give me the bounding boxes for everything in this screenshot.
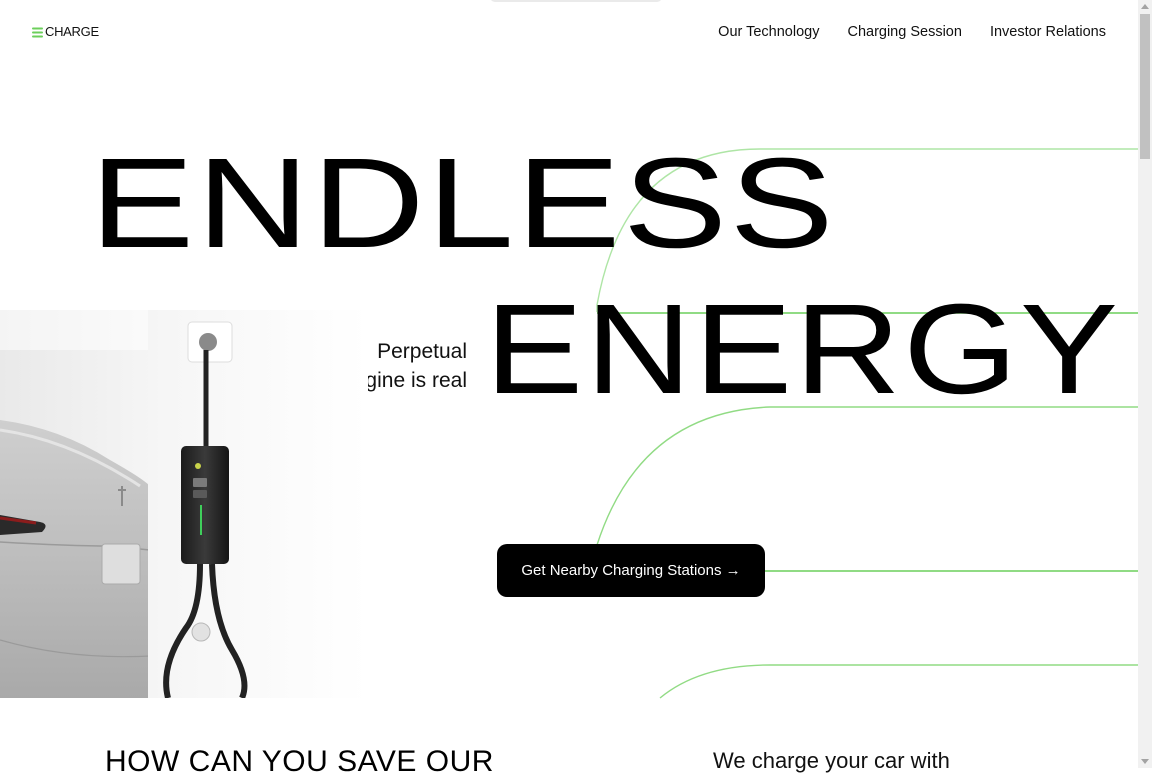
hero-image-car-charger: [0, 310, 368, 698]
get-nearby-charging-stations-button[interactable]: Get Nearby Charging Stations →: [497, 544, 765, 597]
page-scrollbar[interactable]: [1138, 0, 1152, 768]
hero-headline-energy: ENERGY: [485, 278, 1121, 421]
scrollbar-thumb[interactable]: [1140, 14, 1150, 159]
section-intro: We charge your car with: [713, 748, 950, 773]
section-title: HOW CAN YOU SAVE OUR: [105, 745, 494, 778]
hero-headline-endless: ENDLESS: [90, 132, 837, 275]
car-and-charger-illustration: [0, 310, 368, 698]
scroll-down-arrow-icon[interactable]: [1141, 759, 1149, 764]
scroll-up-arrow-icon[interactable]: [1141, 4, 1149, 9]
